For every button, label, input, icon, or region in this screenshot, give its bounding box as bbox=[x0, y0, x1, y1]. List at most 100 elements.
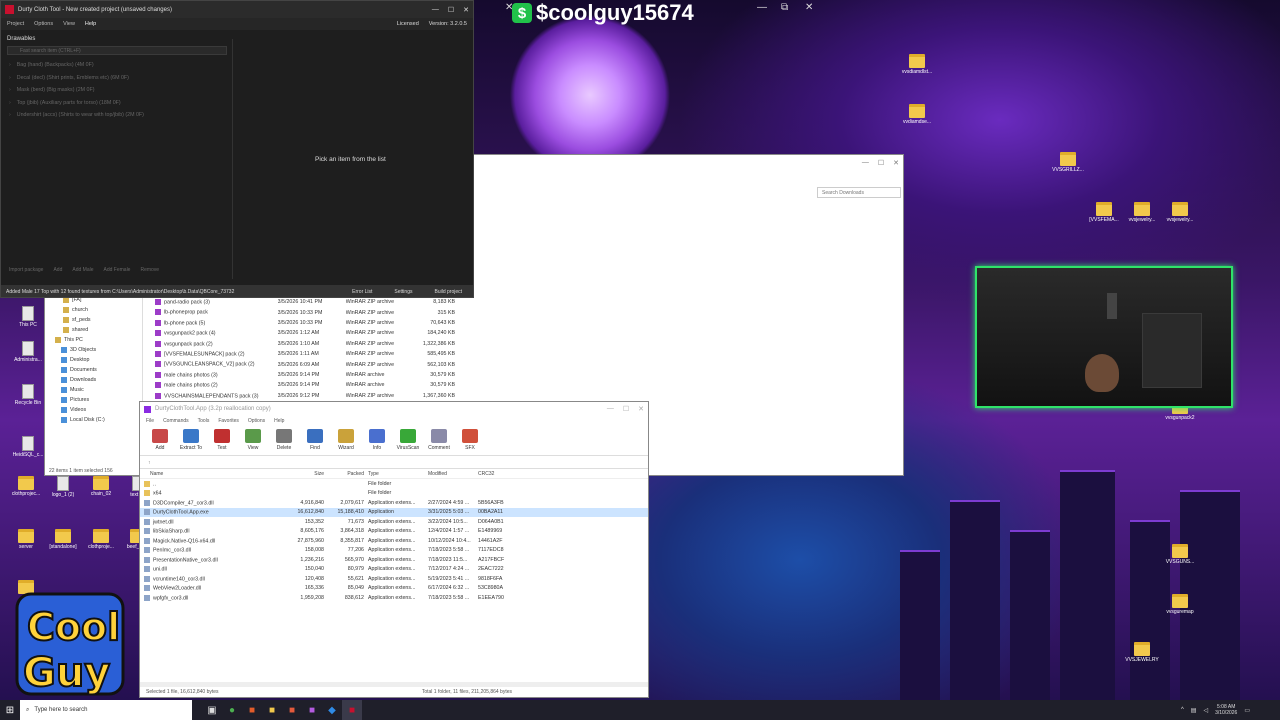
archive-row[interactable]: WebView2Loader.dll 165,336 85,049 Applicati… bbox=[140, 584, 648, 594]
nav-tree-item[interactable]: Videos bbox=[45, 405, 142, 415]
desktop-icon[interactable]: vvdiamdse... bbox=[895, 104, 939, 125]
archive-row[interactable]: x64 File folder bbox=[140, 489, 648, 499]
winrar-tool-button[interactable]: Extract To bbox=[177, 429, 205, 451]
winrar-menu-item[interactable]: Tools bbox=[198, 418, 210, 424]
minimize-icon[interactable]: — bbox=[757, 2, 767, 13]
vscode-icon[interactable]: ◆ bbox=[322, 700, 342, 720]
task-view-icon[interactable]: ▣ bbox=[202, 700, 222, 720]
nav-tree-item[interactable]: 3D Objects bbox=[45, 345, 142, 355]
remove-button[interactable]: Remove bbox=[140, 267, 159, 273]
column-header[interactable]: CRC32 bbox=[478, 471, 518, 477]
close-icon[interactable]: ✕ bbox=[805, 2, 813, 13]
close-icon[interactable]: ✕ bbox=[463, 6, 469, 14]
menu-help[interactable]: Help bbox=[85, 21, 96, 27]
winrar-tool-button[interactable]: Comment bbox=[425, 429, 453, 451]
build-project-button[interactable]: Build project bbox=[426, 289, 470, 295]
maximize-icon[interactable]: ☐ bbox=[448, 6, 454, 14]
start-windows-icon[interactable]: ⊞ bbox=[0, 700, 20, 720]
maximize-icon[interactable]: ☐ bbox=[623, 405, 629, 413]
winrar-tool-button[interactable]: VirusScan bbox=[394, 429, 422, 451]
desktop-icon[interactable]: VVSGRILLZ... bbox=[1046, 152, 1090, 173]
file-explorer-icon[interactable]: ■ bbox=[262, 700, 282, 720]
menu-project[interactable]: Project bbox=[7, 21, 24, 27]
app-icon[interactable]: ■ bbox=[282, 700, 302, 720]
search-downloads-input[interactable]: Search Downloads bbox=[817, 187, 901, 198]
menu-options[interactable]: Options bbox=[34, 21, 53, 27]
file-row[interactable]: male chains photos (3) 3/5/2026 9:14 PM Wi… bbox=[155, 370, 455, 380]
app-icon[interactable]: ■ bbox=[242, 700, 262, 720]
winrar-tool-button[interactable]: SFX bbox=[456, 429, 484, 451]
winrar-menu-item[interactable]: Commands bbox=[163, 418, 189, 424]
taskbar-search-input[interactable]: ⌕ Type here to search bbox=[20, 700, 192, 720]
chrome-icon[interactable]: ● bbox=[222, 700, 242, 720]
column-header[interactable]: Packed bbox=[328, 471, 368, 477]
minimize-icon[interactable]: — bbox=[432, 6, 439, 14]
minimize-icon[interactable]: — bbox=[607, 405, 614, 413]
drawable-search-input[interactable]: Fast search item (CTRL+F) bbox=[7, 46, 227, 55]
drawable-item[interactable]: › Top (jbib) (Auxiliary parts for torso) … bbox=[9, 97, 465, 110]
nav-tree-item[interactable]: Pictures bbox=[45, 395, 142, 405]
archive-row[interactable]: PenImc_cor3.dll 158,008 77,206 Application … bbox=[140, 546, 648, 556]
winrar-menu-item[interactable]: Help bbox=[274, 418, 284, 424]
nav-tree-item[interactable]: Music bbox=[45, 385, 142, 395]
minimize-icon[interactable]: — bbox=[862, 159, 869, 167]
archive-row[interactable]: DurtyClothTool.App.exe 16,612,840 15,188,4… bbox=[140, 507, 648, 517]
drawable-item[interactable]: › Decal (decl) (Shirt prints, Emblems etc… bbox=[9, 72, 465, 85]
column-header[interactable]: Modified bbox=[428, 471, 478, 477]
winrar-tool-button[interactable]: Find bbox=[301, 429, 329, 451]
add-female-button[interactable]: Add Female bbox=[104, 267, 131, 273]
nav-tree-item[interactable]: shared bbox=[45, 325, 142, 335]
menu-view[interactable]: View bbox=[63, 21, 75, 27]
winrar-menu-item[interactable]: File bbox=[146, 418, 154, 424]
winrar-tool-button[interactable]: View bbox=[239, 429, 267, 451]
file-row[interactable]: [VVSGUNCLEANSPACK_V2] pack (2) 3/5/2026 6… bbox=[155, 359, 455, 369]
winrar-tool-button[interactable]: Delete bbox=[270, 429, 298, 451]
archive-row[interactable]: uni.dll 150,040 80,979 Application extens..… bbox=[140, 565, 648, 575]
import-package-button[interactable]: Import package bbox=[9, 267, 43, 273]
winrar-tool-button[interactable]: Add bbox=[146, 429, 174, 451]
winrar-menu-item[interactable]: Options bbox=[248, 418, 265, 424]
column-header[interactable]: Type bbox=[368, 471, 428, 477]
file-row[interactable]: lb-phone pack (5) 3/5/2026 10:33 PM WinRAR… bbox=[155, 318, 455, 328]
file-row[interactable]: lb-phoneprop pack 3/5/2026 10:33 PM WinRAR… bbox=[155, 307, 455, 317]
file-row[interactable]: [VVSFEMALESUNPACK] pack (2) 3/5/2026 1:11… bbox=[155, 349, 455, 359]
archive-row[interactable]: .. File folder bbox=[140, 479, 648, 489]
close-icon[interactable]: ✕ bbox=[893, 159, 899, 167]
archive-row[interactable]: Magick.Native-Q16-x64.dll 27,875,960 8,355… bbox=[140, 536, 648, 546]
drawable-item[interactable]: › Undershirt (accs) (Shirts to wear with … bbox=[9, 109, 465, 122]
nav-tree-item[interactable]: church bbox=[45, 305, 142, 315]
archive-row[interactable]: jwtnet.dll 153,352 71,673 Application exten… bbox=[140, 517, 648, 527]
volume-icon[interactable]: ◁ bbox=[1203, 707, 1208, 714]
nav-tree-item[interactable]: Documents bbox=[45, 365, 142, 375]
add-button[interactable]: Add bbox=[53, 267, 62, 273]
column-header[interactable]: Size bbox=[280, 471, 328, 477]
close-icon[interactable]: ✕ bbox=[505, 2, 513, 13]
file-row[interactable]: male chains photos (2) 3/5/2026 9:14 PM Wi… bbox=[155, 380, 455, 390]
archive-row[interactable]: PresentationNative_cor3.dll 1,236,216 565,… bbox=[140, 555, 648, 565]
winrar-menu-item[interactable]: Favorites bbox=[218, 418, 239, 424]
file-row[interactable]: vvsgunpack2 pack (4) 3/5/2026 1:12 AM WinR… bbox=[155, 328, 455, 338]
settings-button[interactable]: Settings bbox=[386, 289, 420, 295]
maximize-icon[interactable]: ☐ bbox=[878, 159, 884, 167]
archive-row[interactable]: libSkiaSharp.dll 8,605,176 3,864,318 Applic… bbox=[140, 527, 648, 537]
network-icon[interactable]: ▤ bbox=[1191, 707, 1197, 714]
archive-row[interactable]: D3DCompiler_47_cor3.dll 4,916,840 2,079,61… bbox=[140, 498, 648, 508]
winrar-icon[interactable]: ■ bbox=[302, 700, 322, 720]
nav-tree-item[interactable]: Desktop bbox=[45, 355, 142, 365]
desktop-icon[interactable]: VVSJEWELRY bbox=[1120, 642, 1164, 663]
notifications-icon[interactable]: ▭ bbox=[1244, 707, 1250, 714]
cloth-tool-taskbar-icon[interactable]: ■ bbox=[342, 700, 362, 720]
close-icon[interactable]: ✕ bbox=[638, 405, 644, 413]
archive-row[interactable]: vcruntime140_cor3.dll 120,408 55,621 Applic… bbox=[140, 574, 648, 584]
nav-tree-item[interactable]: Downloads bbox=[45, 375, 142, 385]
file-row[interactable]: vvsgunpack pack (2) 3/5/2026 1:10 AM WinRA… bbox=[155, 339, 455, 349]
desktop-icon[interactable]: vvsguremap bbox=[1158, 594, 1202, 615]
winrar-tool-button[interactable]: Info bbox=[363, 429, 391, 451]
drawable-item[interactable]: › Bag (hand) (Backpacks) (4M 0F) bbox=[9, 59, 465, 72]
drawable-item[interactable]: › Mask (berd) (Big masks) (2M 0F) bbox=[9, 84, 465, 97]
winrar-tool-button[interactable]: Wizard bbox=[332, 429, 360, 451]
clock[interactable]: 5:08 AM 3/10/2026 bbox=[1215, 704, 1237, 716]
chevron-up-icon[interactable]: ^ bbox=[1181, 707, 1184, 713]
nav-tree-item[interactable]: This PC bbox=[45, 335, 142, 345]
add-male-button[interactable]: Add Male bbox=[72, 267, 93, 273]
